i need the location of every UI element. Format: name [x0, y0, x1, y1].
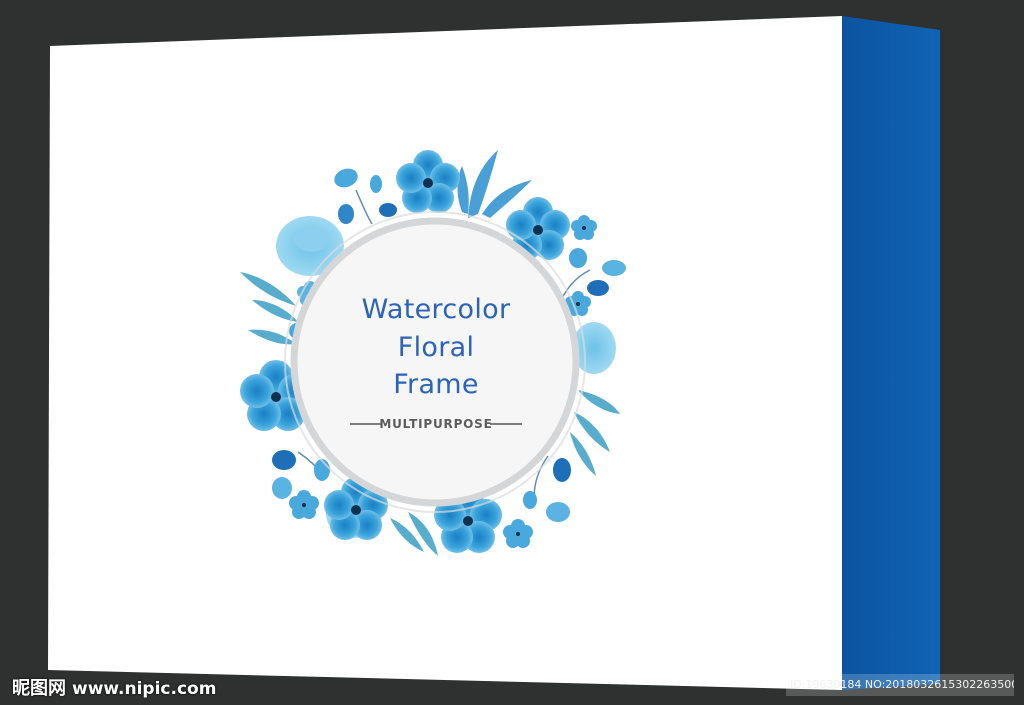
frame-title-line-3: Frame: [393, 369, 479, 400]
frame-title-line-2: Floral: [398, 332, 475, 363]
frame-title-line-1: Watercolor: [362, 294, 511, 325]
watermark-image-id: ID:19630184 NO:20180326153022635000: [786, 674, 1014, 696]
box-side: [842, 16, 940, 690]
watermark-site-name: 昵图网: [12, 678, 66, 699]
watermark-site-url: www.nipic.com: [72, 679, 217, 699]
frame-subtitle: MULTIPURPOSE: [379, 417, 492, 431]
watermark-logo: 昵图网 www.nipic.com: [12, 674, 216, 700]
product-box-mockup: Watercolor Floral Frame MULTIPURPOSE: [48, 16, 940, 690]
